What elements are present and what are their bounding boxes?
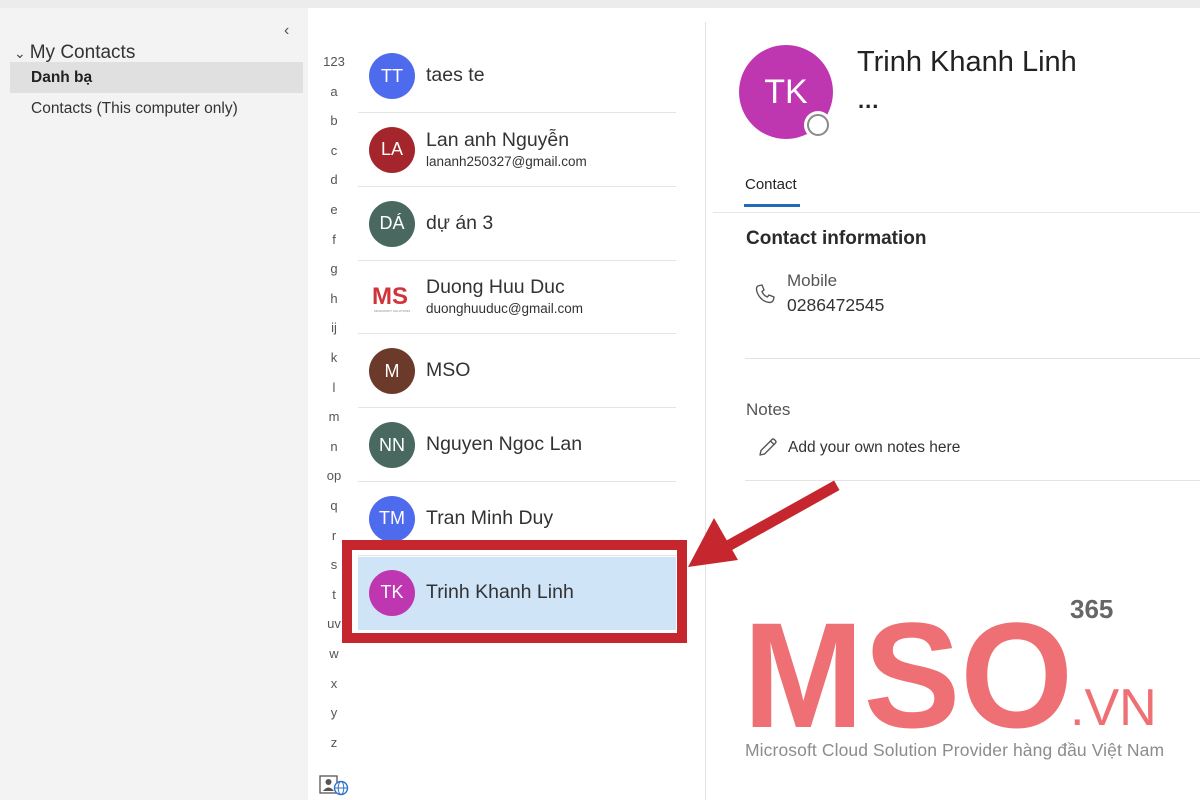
folder-danh-ba[interactable]: Danh bạ [10, 62, 303, 93]
contact-row[interactable]: TM Tran Minh Duy [358, 483, 676, 556]
contact-row[interactable]: DÁ dự án 3 [358, 188, 676, 261]
mobile-label: Mobile [787, 271, 838, 290]
tab-bar-divider [713, 212, 1200, 213]
contact-avatar-initials: NN [369, 422, 415, 468]
contact-name: Nguyen Ngoc Lan [426, 433, 583, 455]
more-actions-button[interactable]: ... [858, 88, 879, 114]
alphabet-index-a[interactable]: a [308, 84, 360, 99]
contact-name: Duong Huu Duc [426, 276, 565, 299]
contact-name: Trinh Khanh Linh [426, 580, 574, 603]
contact-row[interactable]: LA Lan anh Nguyễn lananh250327@gmail.com [358, 114, 676, 187]
contact-avatar-initials: M [369, 348, 415, 395]
alphabet-index-b[interactable]: b [308, 113, 360, 128]
contact-row[interactable]: TT taes te [358, 40, 676, 113]
contact-row[interactable]: M MSO [358, 335, 676, 409]
alphabet-index-q[interactable]: q [308, 498, 360, 513]
my-contacts-group[interactable]: ⌄ My Contacts [14, 42, 135, 64]
contact-avatar-initials: TM [369, 495, 415, 542]
contact-avatar-initials: LA [369, 126, 415, 173]
company-logo-text: MS [372, 283, 408, 310]
contact-name: taes te [426, 64, 485, 86]
pencil-icon [759, 438, 777, 456]
contact-name-heading: Trinh Khanh Linh [857, 46, 1077, 78]
contact-avatar-initials: TK [369, 569, 415, 616]
collapse-pane-button[interactable]: ‹ [284, 22, 289, 40]
alphabet-index-c[interactable]: c [308, 143, 360, 158]
alphabet-index: 123 a b c d e f g h ij k l m n op q r s t uv w x y z [308, 8, 358, 800]
contact-name: MSO [426, 359, 471, 382]
alphabet-index-z[interactable]: z [308, 735, 360, 750]
alphabet-index-e[interactable]: e [308, 202, 360, 217]
alphabet-index-ij[interactable]: ij [308, 320, 360, 335]
company-logo-avatar: MS MICROSOFT SOLUTIONS [370, 274, 416, 320]
mso-watermark-logo: MSO 365 .VN [743, 591, 1157, 740]
contact-email: duonghuuduc@gmail.com [426, 301, 584, 317]
alphabet-index-d[interactable]: d [308, 172, 360, 187]
alphabet-index-k[interactable]: k [308, 350, 360, 365]
address-book-icon[interactable] [319, 774, 349, 796]
group-label: My Contacts [29, 42, 136, 63]
presence-status-icon [804, 111, 832, 139]
contact-row[interactable]: NN Nguyen Ngoc Lan [358, 409, 676, 482]
company-logo-subtext: MICROSOFT SOLUTIONS [374, 309, 410, 313]
alphabet-index-w[interactable]: w [308, 646, 360, 661]
contact-name: Lan anh Nguyễn [426, 128, 570, 151]
pane-divider [705, 22, 706, 800]
contact-email: lananh250327@gmail.com [426, 153, 587, 169]
chevron-down-icon: ⌄ [14, 44, 26, 61]
alphabet-index-uv[interactable]: uv [308, 616, 360, 631]
alphabet-index-s[interactable]: s [308, 557, 360, 572]
wm-365: 365 [1070, 594, 1113, 624]
notes-label: Notes [746, 400, 791, 419]
tab-contact[interactable]: Contact [745, 176, 797, 193]
phone-icon [755, 284, 775, 304]
section-divider [745, 480, 1200, 481]
wm-logo-text: MSO [743, 591, 1073, 740]
alphabet-index-g[interactable]: g [308, 261, 360, 276]
alphabet-index-t[interactable]: t [308, 587, 360, 602]
alphabet-index-r[interactable]: r [308, 528, 360, 543]
alphabet-index-n[interactable]: n [308, 439, 360, 454]
alphabet-index-m[interactable]: m [308, 409, 360, 424]
folder-pane: ‹ ⌄ My Contacts Danh bạ Contacts (This c… [0, 8, 308, 800]
alphabet-index-h[interactable]: h [308, 291, 360, 306]
alphabet-index-op[interactable]: op [308, 468, 360, 483]
alphabet-index-123[interactable]: 123 [308, 54, 360, 69]
notes-input[interactable]: Add your own notes here [788, 439, 960, 457]
watermark-tagline: Microsoft Cloud Solution Provider hàng đ… [745, 740, 1165, 760]
outlook-contacts-window: ‹ ⌄ My Contacts Danh bạ Contacts (This c… [0, 0, 1200, 800]
contact-avatar-initials: TT [369, 53, 415, 99]
folder-contacts-this-computer[interactable]: Contacts (This computer only) [10, 93, 303, 124]
alphabet-index-x[interactable]: x [308, 676, 360, 691]
mobile-number[interactable]: 0286472545 [787, 295, 884, 316]
wm-domain: .VN [1070, 679, 1157, 737]
contact-information-heading: Contact information [746, 228, 927, 249]
contact-name: Tran Minh Duy [426, 506, 554, 529]
active-tab-indicator [744, 204, 800, 207]
contact-avatar-initials: DÁ [369, 200, 415, 247]
alphabet-index-l[interactable]: l [308, 380, 360, 395]
contact-row-selected[interactable]: TK Trinh Khanh Linh [358, 556, 676, 630]
alphabet-index-f[interactable]: f [308, 232, 360, 247]
contact-row[interactable]: MS MICROSOFT SOLUTIONS Duong Huu Duc duongh… [358, 261, 676, 335]
contact-name: dự án 3 [426, 211, 494, 234]
alphabet-index-y[interactable]: y [308, 705, 360, 720]
section-divider [745, 358, 1200, 359]
